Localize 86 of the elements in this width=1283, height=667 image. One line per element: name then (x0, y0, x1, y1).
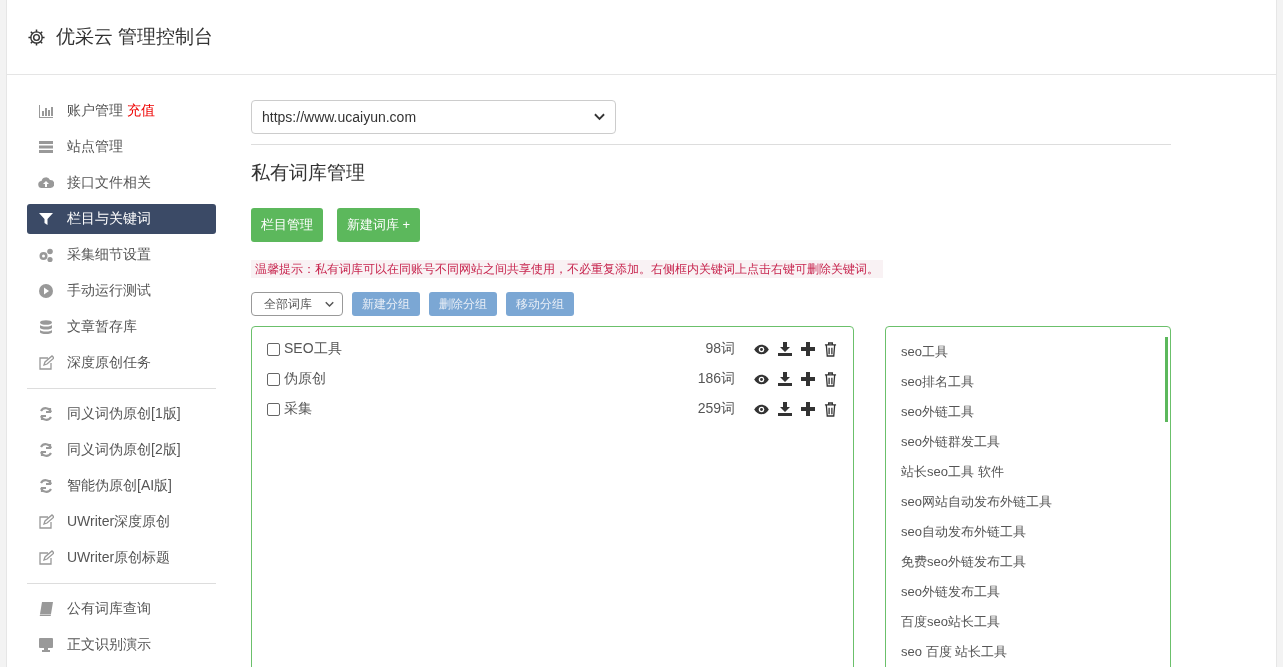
recharge-link[interactable]: 充值 (127, 102, 155, 120)
edit-icon (38, 550, 54, 566)
library-name: 伪原创 (284, 370, 327, 388)
keyword-item[interactable]: seo外链发布工具 (901, 577, 1155, 607)
site-select[interactable]: https://www.ucaiyun.com (251, 100, 616, 134)
keyword-item[interactable]: 站长seo工具 软件 (901, 457, 1155, 487)
cloud-upload-icon (38, 175, 54, 191)
sidebar-item[interactable]: 深度原创任务 (27, 348, 216, 378)
bar-chart-icon (38, 103, 54, 119)
download-icon[interactable] (778, 402, 792, 416)
keyword-item[interactable]: seo排名工具 (901, 367, 1155, 397)
eye-icon[interactable] (754, 373, 769, 385)
refresh-icon (38, 442, 54, 458)
filter-icon (38, 211, 54, 227)
library-name: SEO工具 (284, 340, 343, 358)
section-heading: 私有词库管理 (251, 161, 366, 185)
sidebar-label: 正文识别演示 (67, 636, 151, 654)
sidebar-item[interactable]: UWriter深度原创 (27, 507, 216, 537)
sidebar-label: 手动运行测试 (67, 282, 151, 300)
keyword-item[interactable]: seo 百度 站长工具 (901, 637, 1155, 667)
sidebar-item[interactable]: 栏目与关键词 (27, 204, 216, 234)
sidebar-label: UWriter深度原创 (67, 513, 171, 531)
group-select[interactable]: 全部词库 (251, 292, 343, 316)
sidebar-label: 同义词伪原创[1版] (67, 405, 181, 423)
tip-text: 温馨提示：私有词库可以在同账号不同网站之间共享使用，不必重复添加。右侧框内关键词上点击右键可删除关键词。 (251, 260, 883, 278)
eye-icon[interactable] (754, 343, 769, 355)
sidebar-label: 账户管理 (67, 102, 123, 120)
sidebar-label: 同义词伪原创[2版] (67, 441, 181, 459)
sidebar-label: 智能伪原创[AI版] (67, 477, 172, 495)
sidebar-label: 深度原创任务 (67, 354, 151, 372)
database-icon (38, 319, 54, 335)
eye-icon[interactable] (754, 403, 769, 415)
sidebar-item[interactable]: 手动运行测试 (27, 276, 216, 306)
sidebar-item[interactable]: 同义词伪原创[1版] (27, 399, 216, 429)
chevron-down-icon (325, 300, 334, 308)
word-count: 98词 (705, 340, 735, 358)
word-count: 259词 (697, 400, 735, 418)
keyword-item[interactable]: seo网站自动发布外链工具 (901, 487, 1155, 517)
keyword-item[interactable]: seo外链群发工具 (901, 427, 1155, 457)
library-checkbox[interactable] (267, 402, 280, 416)
play-icon (38, 283, 54, 299)
download-icon[interactable] (778, 342, 792, 356)
sidebar-item[interactable]: 文章暂存库 (27, 312, 216, 342)
trash-icon[interactable] (824, 401, 837, 417)
refresh-icon (38, 406, 54, 422)
plus-icon[interactable] (801, 372, 815, 386)
sidebar-label: 栏目与关键词 (67, 210, 151, 228)
plus-icon[interactable] (801, 402, 815, 416)
chevron-down-icon (594, 113, 605, 121)
keyword-item[interactable]: seo工具 (901, 337, 1155, 367)
trash-icon[interactable] (824, 341, 837, 357)
keyword-item[interactable]: seo自动发布外链工具 (901, 517, 1155, 547)
keyword-item[interactable]: 免费seo外链发布工具 (901, 547, 1155, 577)
sidebar-item[interactable]: UWriter原创标题 (27, 543, 216, 573)
settings-icon (27, 27, 46, 47)
keyword-item[interactable]: seo外链工具 (901, 397, 1155, 427)
sidebar-label: 采集细节设置 (67, 246, 151, 264)
sidebar-item[interactable]: 公有词库查询 (27, 594, 216, 624)
sidebar-item[interactable]: 账户管理 充值 (27, 96, 216, 126)
library-checkbox[interactable] (267, 372, 280, 386)
library-name: 采集 (284, 400, 313, 418)
monitor-icon (38, 637, 54, 653)
sidebar-item[interactable]: 同义词伪原创[2版] (27, 435, 216, 465)
word-count: 186词 (697, 370, 735, 388)
console-title: 优采云 管理控制台 (56, 25, 214, 49)
refresh-icon (38, 478, 54, 494)
sidebar-label: 接口文件相关 (67, 174, 151, 192)
sidebar-label: 文章暂存库 (67, 318, 137, 336)
library-checkbox[interactable] (267, 342, 280, 356)
download-icon[interactable] (778, 372, 792, 386)
sidebar-label: 站点管理 (67, 138, 123, 156)
sidebar-item[interactable]: 智能伪原创[AI版] (27, 471, 216, 501)
sidebar-label: 公有词库查询 (67, 600, 151, 618)
book-icon (38, 601, 54, 617)
sidebar-label: UWriter原创标题 (67, 549, 171, 567)
edit-icon (38, 514, 54, 530)
sidebar-item[interactable]: 正文识别演示 (27, 630, 216, 660)
keyword-item[interactable]: 百度seo站长工具 (901, 607, 1155, 637)
plus-icon[interactable] (801, 342, 815, 356)
server-icon (38, 139, 54, 155)
gears-icon (38, 247, 54, 263)
sidebar-item[interactable]: 采集细节设置 (27, 240, 216, 270)
edit-icon (38, 355, 54, 371)
sidebar-item[interactable]: 接口文件相关 (27, 168, 216, 198)
trash-icon[interactable] (824, 371, 837, 387)
sidebar-item[interactable]: 站点管理 (27, 132, 216, 162)
